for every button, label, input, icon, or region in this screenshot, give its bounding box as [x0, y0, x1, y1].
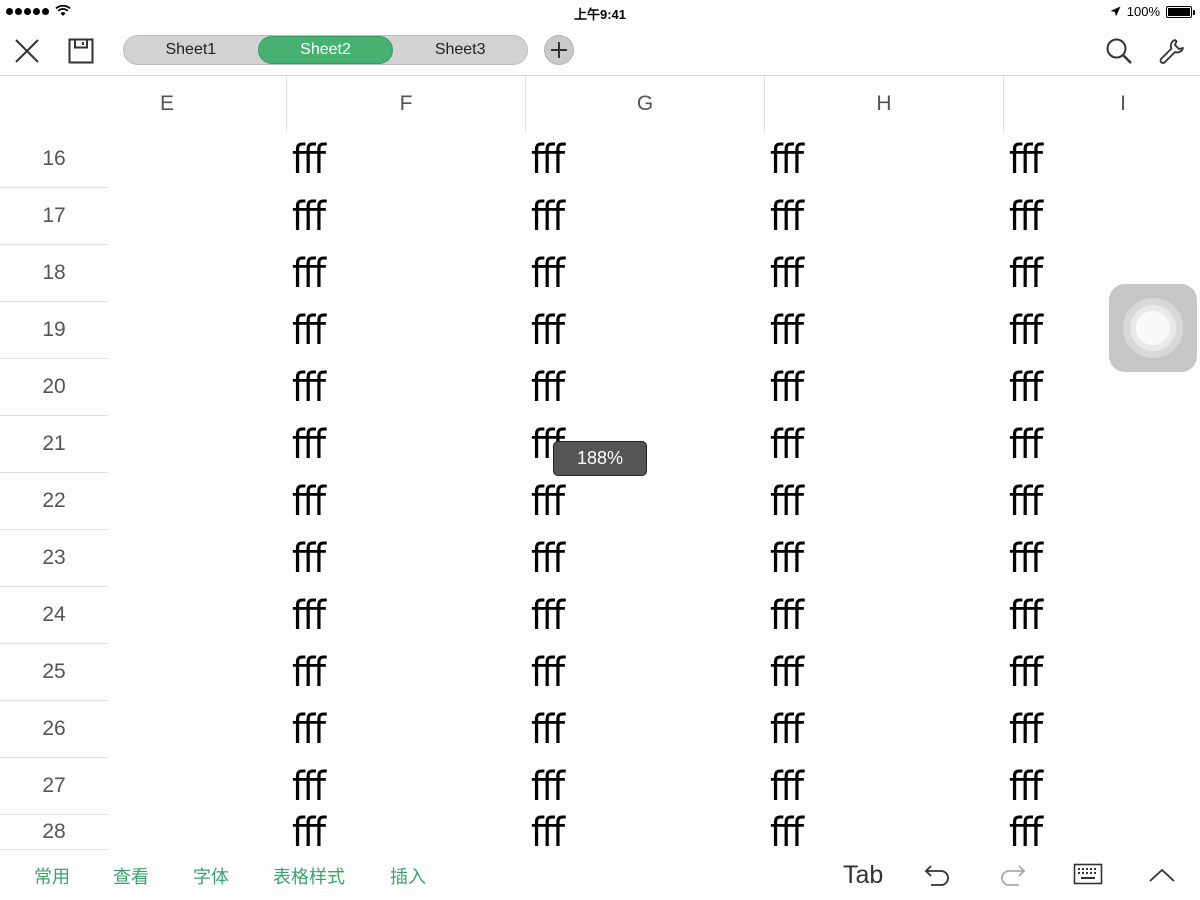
cell-g17[interactable]: fff — [525, 188, 764, 245]
cell-h23[interactable]: fff — [764, 530, 1003, 587]
cell-f17[interactable]: fff — [286, 188, 525, 245]
cell-i21[interactable]: fff — [1003, 416, 1200, 473]
row-header-23[interactable]: 23 — [0, 530, 108, 587]
cell-g19[interactable]: fff — [525, 302, 764, 359]
search-icon[interactable] — [1104, 36, 1134, 66]
column-header-g[interactable]: G — [525, 76, 764, 132]
keyboard-icon[interactable] — [1072, 860, 1104, 890]
cell-g24[interactable]: fff — [525, 587, 764, 644]
cell-g27[interactable]: fff — [525, 758, 764, 815]
row-header-18[interactable]: 18 — [0, 245, 108, 302]
cell-i24[interactable]: fff — [1003, 587, 1200, 644]
toolbar: Sheet1 Sheet2 Sheet3 — [0, 24, 1200, 76]
cell-f18[interactable]: fff — [286, 245, 525, 302]
tab-key-button[interactable]: Tab — [843, 861, 883, 890]
cell-g16[interactable]: fff — [525, 131, 764, 188]
cell-f19[interactable]: fff — [286, 302, 525, 359]
row-header-24[interactable]: 24 — [0, 587, 108, 644]
cell-h25[interactable]: fff — [764, 644, 1003, 701]
column-header-f[interactable]: F — [286, 76, 525, 132]
row-header-25[interactable]: 25 — [0, 644, 108, 701]
cell-f26[interactable]: fff — [286, 701, 525, 758]
cell-h22[interactable]: fff — [764, 473, 1003, 530]
sheet-tabs: Sheet1 Sheet2 Sheet3 — [123, 35, 528, 65]
cell-i23[interactable]: fff — [1003, 530, 1200, 587]
cell-h24[interactable]: fff — [764, 587, 1003, 644]
cell-f27[interactable]: fff — [286, 758, 525, 815]
cell-i27[interactable]: fff — [1003, 758, 1200, 815]
menu-table-style[interactable]: 表格样式 — [273, 863, 345, 889]
cell-g25[interactable]: fff — [525, 644, 764, 701]
row-header-26[interactable]: 26 — [0, 701, 108, 758]
row-header-28[interactable]: 28 — [0, 815, 108, 850]
cell-g22[interactable]: fff — [525, 473, 764, 530]
redo-icon[interactable] — [996, 860, 1028, 890]
undo-icon[interactable] — [922, 860, 954, 890]
cell-i22[interactable]: fff — [1003, 473, 1200, 530]
cell-f28[interactable]: fff — [286, 815, 525, 850]
cell-h18[interactable]: fff — [764, 245, 1003, 302]
cell-i28[interactable]: fff — [1003, 815, 1200, 850]
tab-sheet2[interactable]: Sheet2 — [257, 36, 394, 64]
cell-f22[interactable]: fff — [286, 473, 525, 530]
row-header-16[interactable]: 16 — [0, 131, 108, 188]
cell-g23[interactable]: fff — [525, 530, 764, 587]
status-time: 上午9:41 — [573, 7, 627, 22]
plus-icon — [551, 42, 567, 58]
cell-f24[interactable]: fff — [286, 587, 525, 644]
status-right: 100% — [1110, 4, 1195, 19]
cell-h17[interactable]: fff — [764, 188, 1003, 245]
cell-g20[interactable]: fff — [525, 359, 764, 416]
cell-h26[interactable]: fff — [764, 701, 1003, 758]
row-header-22[interactable]: 22 — [0, 473, 108, 530]
menu-common[interactable]: 常用 — [34, 863, 70, 889]
tab-sheet3[interactable]: Sheet3 — [393, 36, 527, 64]
row-header-19[interactable]: 19 — [0, 302, 108, 359]
cell-h21[interactable]: fff — [764, 416, 1003, 473]
cell-h28[interactable]: fff — [764, 815, 1003, 850]
zoom-level-badge: 188% — [553, 441, 647, 476]
location-icon — [1110, 6, 1121, 17]
cell-h27[interactable]: fff — [764, 758, 1003, 815]
cell-i17[interactable]: fff — [1003, 188, 1200, 245]
column-header-e[interactable]: E — [48, 76, 286, 132]
row-header-17[interactable]: 17 — [0, 188, 108, 245]
wrench-icon[interactable] — [1157, 36, 1187, 66]
row-header-27[interactable]: 27 — [0, 758, 108, 815]
column-headers: E F G H I — [0, 76, 1200, 132]
cell-f20[interactable]: fff — [286, 359, 525, 416]
close-icon[interactable] — [12, 36, 42, 66]
cell-i16[interactable]: fff — [1003, 131, 1200, 188]
menu-view[interactable]: 查看 — [113, 863, 149, 889]
add-sheet-button[interactable] — [544, 35, 574, 65]
tab-sheet1[interactable]: Sheet1 — [124, 36, 258, 64]
bottom-bar: 常用 查看 字体 表格样式 插入 Tab — [0, 850, 1200, 900]
cell-h16[interactable]: fff — [764, 131, 1003, 188]
cell-g28[interactable]: fff — [525, 815, 764, 850]
cell-h20[interactable]: fff — [764, 359, 1003, 416]
menu-font[interactable]: 字体 — [193, 863, 229, 889]
column-header-i[interactable]: I — [1003, 76, 1200, 132]
battery-percent: 100% — [1126, 4, 1160, 19]
cell-g18[interactable]: fff — [525, 245, 764, 302]
home-circle-icon — [1136, 311, 1170, 345]
cell-f25[interactable]: fff — [286, 644, 525, 701]
cell-i25[interactable]: fff — [1003, 644, 1200, 701]
row-header-20[interactable]: 20 — [0, 359, 108, 416]
cell-g26[interactable]: fff — [525, 701, 764, 758]
cell-h19[interactable]: fff — [764, 302, 1003, 359]
cell-f21[interactable]: fff — [286, 416, 525, 473]
cell-i26[interactable]: fff — [1003, 701, 1200, 758]
status-bar: 上午9:41 100% — [0, 0, 1200, 24]
column-header-h[interactable]: H — [764, 76, 1003, 132]
cell-f23[interactable]: fff — [286, 530, 525, 587]
menu-insert[interactable]: 插入 — [390, 863, 426, 889]
battery-icon — [1166, 5, 1195, 18]
assistive-touch-button[interactable] — [1109, 284, 1197, 372]
chevron-up-icon[interactable] — [1146, 862, 1178, 888]
row-header-21[interactable]: 21 — [0, 416, 108, 473]
save-icon[interactable] — [66, 36, 96, 66]
cell-f16[interactable]: fff — [286, 131, 525, 188]
